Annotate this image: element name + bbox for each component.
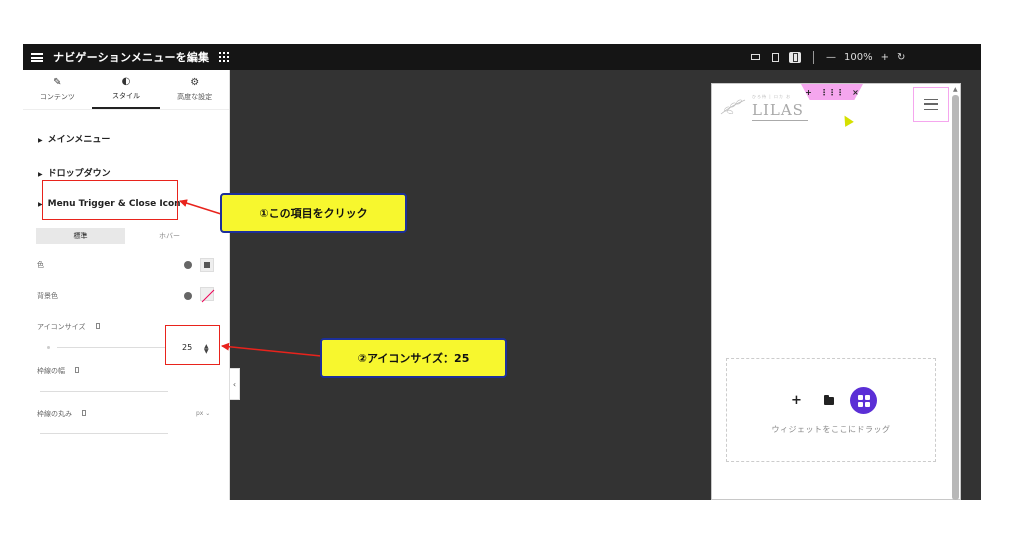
background-color-swatch[interactable] [200,287,215,303]
state-hover-tab[interactable]: ホバー [125,228,214,244]
border-width-slider[interactable] [40,391,168,392]
half-circle-icon: ◐ [121,76,131,87]
reset-zoom-icon[interactable]: ↻ [897,52,905,63]
drop-zone-hint: ウィジェットをここにドラッグ [771,425,891,434]
site-logo[interactable]: LILAS [752,101,804,119]
border-width-label: 枠線の幅 [37,366,80,376]
preview-scrollbar[interactable] [952,95,959,500]
caret-right-icon: ▶ [38,171,43,178]
zoom-out-button[interactable]: — [826,52,836,63]
callout-step-2: ②アイコンサイズ：25 [320,338,507,378]
hamburger-menu-icon[interactable] [31,52,43,62]
hamburger-menu-icon[interactable] [924,99,938,110]
highlight-menu-trigger [42,180,178,220]
menu-trigger-widget[interactable] [913,87,949,122]
divider [813,50,814,64]
template-library-folder-icon[interactable] [824,395,834,405]
highlight-icon-size [165,325,220,365]
icon-size-label: アイコンサイズ [37,322,100,332]
tab-label: スタイル [112,92,140,100]
desktop-view-button[interactable] [749,52,761,63]
caret-right-icon: ▶ [38,137,43,144]
widgets-grid-icon[interactable] [219,52,230,62]
section-main-menu[interactable]: ▶ メインメニュー [38,132,110,145]
zoom-level: 100% [844,51,873,63]
settings-panel: ✎ コンテンツ ◐ スタイル ⚙ 高度な設定 ▶ メインメニュー ▶ ドロップダウン… [23,70,230,500]
logo-subtitle: ひろ待 | ロカ お [752,94,792,99]
tab-label: 高度な設定 [177,93,213,101]
responsive-controls: — 100% + ↻ [749,44,905,70]
global-color-icon[interactable] [184,292,192,300]
icon-size-slider[interactable] [57,347,165,348]
responsive-device-icon [75,367,80,373]
panel-collapse-button[interactable]: ‹ [229,368,240,400]
section-handle: + ⋮⋮⋮ × [801,84,863,100]
panel-title: ナビゲーションメニューを編集 [53,51,210,64]
no-color-slash-icon [201,289,215,303]
tab-content[interactable]: ✎ コンテンツ [23,70,92,109]
color-swatch[interactable] [200,258,214,272]
tab-label: コンテンツ [39,93,75,101]
state-normal-tab[interactable]: 標準 [36,228,125,244]
mobile-view-button[interactable] [789,51,801,63]
editor-top-bar: ナビゲーションメニューを編集 — 100% + ↻ [23,44,981,70]
desktop-icon [750,54,760,60]
tablet-icon [771,52,779,62]
logo-underline [752,120,808,121]
pencil-icon: ✎ [53,77,62,88]
screenshot-stage: ナビゲーションメニューを編集 — 100% + ↻ ✎ コンテンツ ◐ スタイル… [0,0,1024,559]
widget-drop-zone[interactable] [726,358,936,462]
panel-header: ナビゲーションメニューを編集 [23,44,230,70]
chevron-left-icon: ‹ [232,379,237,389]
callout-step-1: ①この項目をクリック [220,193,407,233]
scroll-up-arrow-icon[interactable]: ▲ [953,86,958,93]
tablet-view-button[interactable] [769,52,781,63]
tab-advanced[interactable]: ⚙ 高度な設定 [160,70,229,109]
drag-handle-icon[interactable]: ⋮⋮⋮ [820,88,844,97]
state-toggle: 標準 ホバー [36,228,214,244]
elementskit-widget-icon[interactable] [850,387,877,414]
tab-style[interactable]: ◐ スタイル [91,70,161,109]
color-label: 色 [37,261,44,269]
border-radius-label: 枠線の丸み [37,409,87,419]
slider-start-dot [47,346,50,349]
global-color-icon[interactable] [184,261,192,269]
gear-icon: ⚙ [190,77,200,88]
responsive-device-icon [82,410,87,416]
panel-tabs: ✎ コンテンツ ◐ スタイル ⚙ 高度な設定 [23,70,229,110]
border-radius-slider[interactable] [40,433,168,434]
responsive-device-icon [95,323,100,329]
add-widget-icon[interactable]: + [791,393,802,408]
logo-leaf-icon [720,99,746,115]
zoom-in-button[interactable]: + [881,52,889,63]
mobile-icon [792,52,798,62]
unit-selector[interactable]: px ⌄ [196,410,210,417]
section-dropdown[interactable]: ▶ ドロップダウン [38,166,111,179]
background-color-label: 背景色 [37,292,58,300]
